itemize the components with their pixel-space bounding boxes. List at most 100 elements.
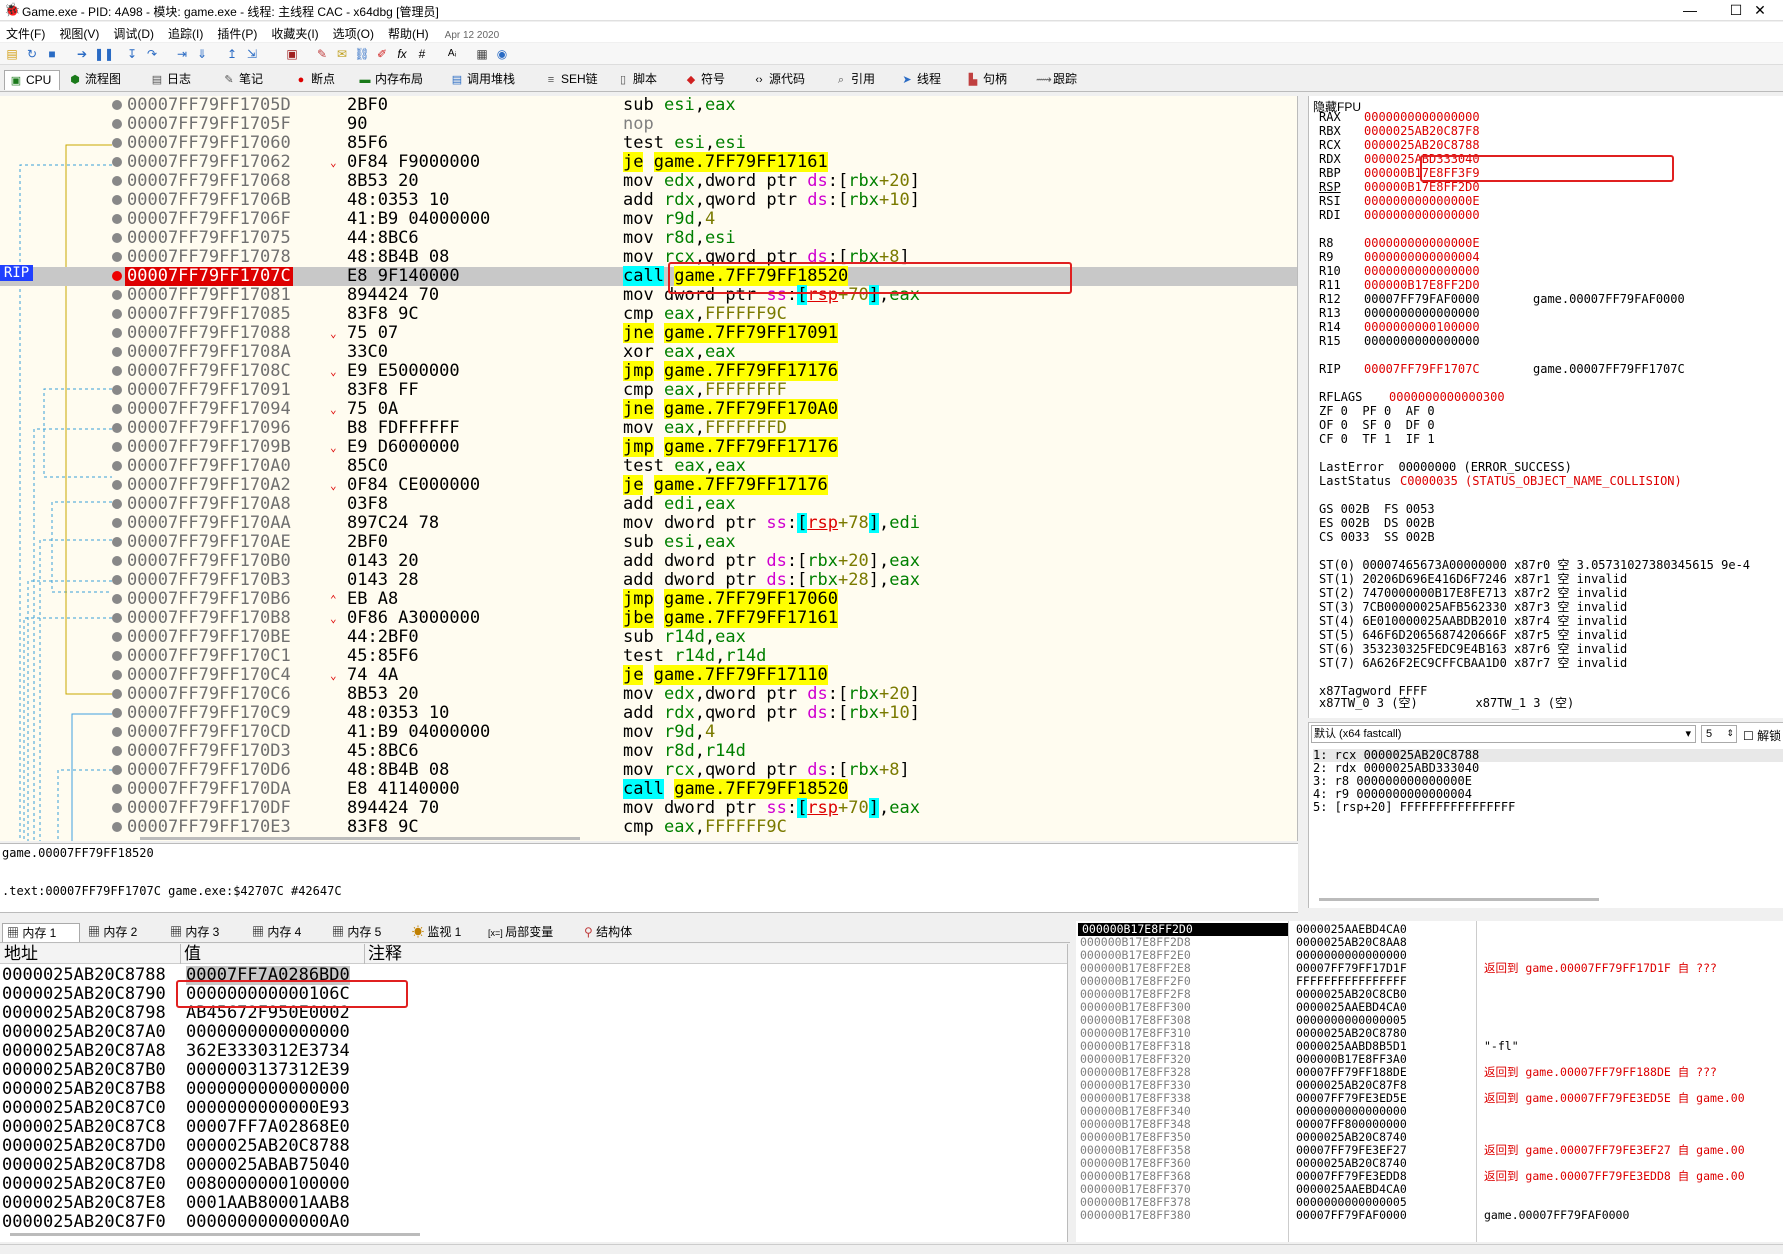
menu-plugins[interactable]: 插件(P)	[211, 22, 265, 42]
breakpoint-dot-icon[interactable]	[112, 556, 122, 566]
disasm-row[interactable]: 00007FF79FF17096 B8 FDFFFFFF mov eax,FFFFF…	[0, 419, 1297, 438]
breakpoint-dot-icon[interactable]	[112, 271, 122, 281]
font-icon[interactable]: Aᵢ	[444, 46, 460, 62]
dump-address[interactable]: 0000025AB20C87C8	[2, 1118, 166, 1137]
breakpoint-dot-icon[interactable]	[112, 499, 122, 509]
tab-source[interactable]: ‹› 源代码	[748, 70, 830, 90]
dump-address[interactable]: 0000025AB20C8788	[2, 966, 166, 985]
breakpoint-dot-icon[interactable]	[112, 252, 122, 262]
disasm-row[interactable]: 00007FF79FF170D3 45:8BC6 mov r8d,r14d	[0, 742, 1297, 761]
register-value[interactable]: 0000000000000000	[1364, 110, 1480, 124]
disasm-row[interactable]: 00007FF79FF1705F 90 nop	[0, 115, 1297, 134]
disasm-row[interactable]: 00007FF79FF170DF 894424 70 mov dword ptr s…	[0, 798, 1297, 818]
disasm-row[interactable]: 00007FF79FF17078 48:8B4B 08 mov rcx,qword …	[0, 248, 1297, 267]
register-name[interactable]: RCX	[1319, 138, 1341, 152]
dump-value[interactable]: 0000025ABAB75040	[186, 1156, 350, 1175]
register-name[interactable]: R14	[1319, 320, 1341, 334]
register-value[interactable]: 0000025AB20C87F8	[1364, 124, 1480, 138]
dump-value[interactable]: 0001AAB80001AAB8	[186, 1194, 350, 1213]
register-value[interactable]: 00007FF79FAF0000	[1364, 292, 1480, 306]
close-button[interactable]: ✕	[1737, 0, 1783, 21]
register-value[interactable]: 0000000000100000	[1364, 320, 1480, 334]
disasm-row[interactable]: 00007FF79FF170A8 03F8 add edi,eax	[0, 495, 1297, 514]
last-status-value[interactable]: C0000035 (STATUS_OBJECT_NAME_COLLISION)	[1400, 474, 1682, 488]
disasm-row[interactable]: 00007FF79FF1708C ⌄ E9 E5000000 jmp game.7FF…	[0, 361, 1297, 381]
fpu-register[interactable]: ST(4) 6E010000025AABDB2010 x87r4 空 inval…	[1319, 614, 1627, 628]
disasm-row[interactable]: 00007FF79FF170D6 48:8B4B 08 mov rcx,qword …	[0, 761, 1297, 780]
disasm-row[interactable]: 00007FF79FF1706B 48:0353 10 add rdx,qword …	[0, 191, 1297, 210]
breakpoint-dot-icon[interactable]	[112, 746, 122, 756]
breakpoint-dot-icon[interactable]	[112, 138, 122, 148]
dump-value[interactable]: 362E3330312E3734	[186, 1042, 350, 1061]
breakpoint-dot-icon[interactable]	[112, 575, 122, 585]
menu-help[interactable]: 帮助(H)	[382, 22, 437, 42]
register-name[interactable]: R9	[1319, 250, 1333, 264]
dump-address[interactable]: 0000025AB20C87B8	[2, 1080, 166, 1099]
register-value[interactable]: 000000000000000E	[1364, 194, 1480, 208]
dump-value[interactable]: 0000025AB20C8788	[186, 1137, 350, 1156]
breakpoint-dot-icon[interactable]	[112, 480, 122, 490]
breakpoint-dot-icon[interactable]	[112, 176, 122, 186]
breakpoint-dot-icon[interactable]	[112, 518, 122, 528]
register-value[interactable]: 0000000000000000	[1364, 208, 1480, 222]
disasm-row[interactable]: 00007FF79FF170AE 2BF0 sub esi,eax	[0, 533, 1297, 552]
hash-icon[interactable]: #	[414, 46, 430, 62]
tab-trace[interactable]: ⟿跟踪	[1032, 70, 1098, 90]
disasm-row[interactable]: 00007FF79FF1707C E8 9F140000 call game.7FF…	[0, 266, 1297, 286]
registers-panel[interactable]: 隐藏FPU RAX 0000000000000000 RBX 0000025AB20C…	[1308, 96, 1783, 718]
menu-file[interactable]: 文件(F)	[0, 22, 53, 42]
dump-address[interactable]: 0000025AB20C87D8	[2, 1156, 166, 1175]
tab-cpu[interactable]: ▣ CPU	[4, 70, 60, 90]
step-over-icon[interactable]: ↷	[144, 46, 160, 62]
register-name[interactable]: RBX	[1319, 124, 1341, 138]
register-value[interactable]: 0000000000000000	[1364, 334, 1480, 348]
breakpoint-dot-icon[interactable]	[112, 461, 122, 471]
breakpoint-dot-icon[interactable]	[112, 157, 122, 167]
tab-handles[interactable]: ▙ 句柄	[962, 70, 1028, 90]
disasm-row[interactable]: 00007FF79FF17068 8B53 20 mov edx,dword ptr…	[0, 172, 1297, 191]
fpu-register[interactable]: ST(7) 6A626F2EC9CFFCBAA1D0 x87r7 空 inval…	[1319, 656, 1627, 670]
dump-value[interactable]: 00007FF7A02868E0	[186, 1118, 350, 1137]
memory-dump[interactable]: 地址 值 注释 0000025AB20C8788 00007FF7A0286BD0…	[0, 944, 1068, 1242]
disassembly-view[interactable]: 00007FF79FF1705D 2BF0 sub esi,eax 00007FF79…	[0, 96, 1298, 841]
breakpoint-dot-icon[interactable]	[112, 632, 122, 642]
function-icon[interactable]: fx	[394, 46, 410, 62]
dump-address[interactable]: 0000025AB20C87B0	[2, 1061, 166, 1080]
menu-favourites[interactable]: 收藏夹(I)	[265, 22, 326, 42]
dump-address[interactable]: 0000025AB20C8790	[2, 985, 166, 1004]
tab-graph[interactable]: ⬢ 流程图	[64, 70, 139, 90]
disasm-row[interactable]: 00007FF79FF170DA E8 41140000 call game.7FF…	[0, 779, 1297, 799]
register-value[interactable]: 0000000000000000	[1364, 264, 1480, 278]
segment-line[interactable]: ES 002B DS 002B	[1319, 516, 1435, 530]
dump-address[interactable]: 0000025AB20C87C0	[2, 1099, 166, 1118]
tab-struct[interactable]: ⚲ 结构体	[580, 923, 660, 942]
tab-script[interactable]: ▯ 脚本	[612, 70, 676, 90]
restart-icon[interactable]: ↻	[24, 46, 40, 62]
fpu-register[interactable]: ST(2) 7470000000B17E8FE713 x87r2 空 inval…	[1319, 586, 1627, 600]
execute-till-return-icon[interactable]: ↥	[224, 46, 240, 62]
link-icon[interactable]: ⛓	[354, 46, 370, 62]
disasm-row[interactable]: 00007FF79FF170AA 897C24 78 mov dword ptr s…	[0, 513, 1297, 533]
breakpoint-dot-icon[interactable]	[112, 822, 122, 832]
tab-dump-4[interactable]: ▦ 内存 4	[248, 923, 326, 942]
menu-debug[interactable]: 调试(D)	[107, 22, 162, 42]
segment-line[interactable]: GS 002B FS 0053	[1319, 502, 1435, 516]
disasm-row[interactable]: 00007FF79FF170C6 8B53 20 mov edx,dword ptr…	[0, 685, 1297, 704]
disasm-row[interactable]: 00007FF79FF1709B ⌄ E9 D6000000 jmp game.7FF…	[0, 437, 1297, 457]
flags-line[interactable]: CF 0 TF 1 IF 1	[1319, 432, 1435, 446]
tab-watch-1[interactable]: ☀ 监视 1	[408, 923, 482, 942]
run-to-user-code-icon[interactable]: ⇲	[244, 46, 260, 62]
tab-log[interactable]: ▤ 日志	[146, 70, 211, 90]
scylla-icon[interactable]: ▣	[284, 46, 300, 62]
register-name[interactable]: RFLAGS	[1319, 390, 1362, 404]
breakpoint-dot-icon[interactable]	[112, 214, 122, 224]
dump-address[interactable]: 0000025AB20C87D0	[2, 1137, 166, 1156]
register-name[interactable]: R15	[1319, 334, 1341, 348]
breakpoint-dot-icon[interactable]	[112, 385, 122, 395]
breakpoint-dot-icon[interactable]	[112, 233, 122, 243]
register-value[interactable]: 0000025AB20C8788	[1364, 138, 1480, 152]
dump-address[interactable]: 0000025AB20C87E8	[2, 1194, 166, 1213]
dump-address[interactable]: 0000025AB20C87A0	[2, 1023, 166, 1042]
flags-line[interactable]: OF 0 SF 0 DF 0	[1319, 418, 1435, 432]
dump-value[interactable]: 0000003137312E39	[186, 1061, 350, 1080]
